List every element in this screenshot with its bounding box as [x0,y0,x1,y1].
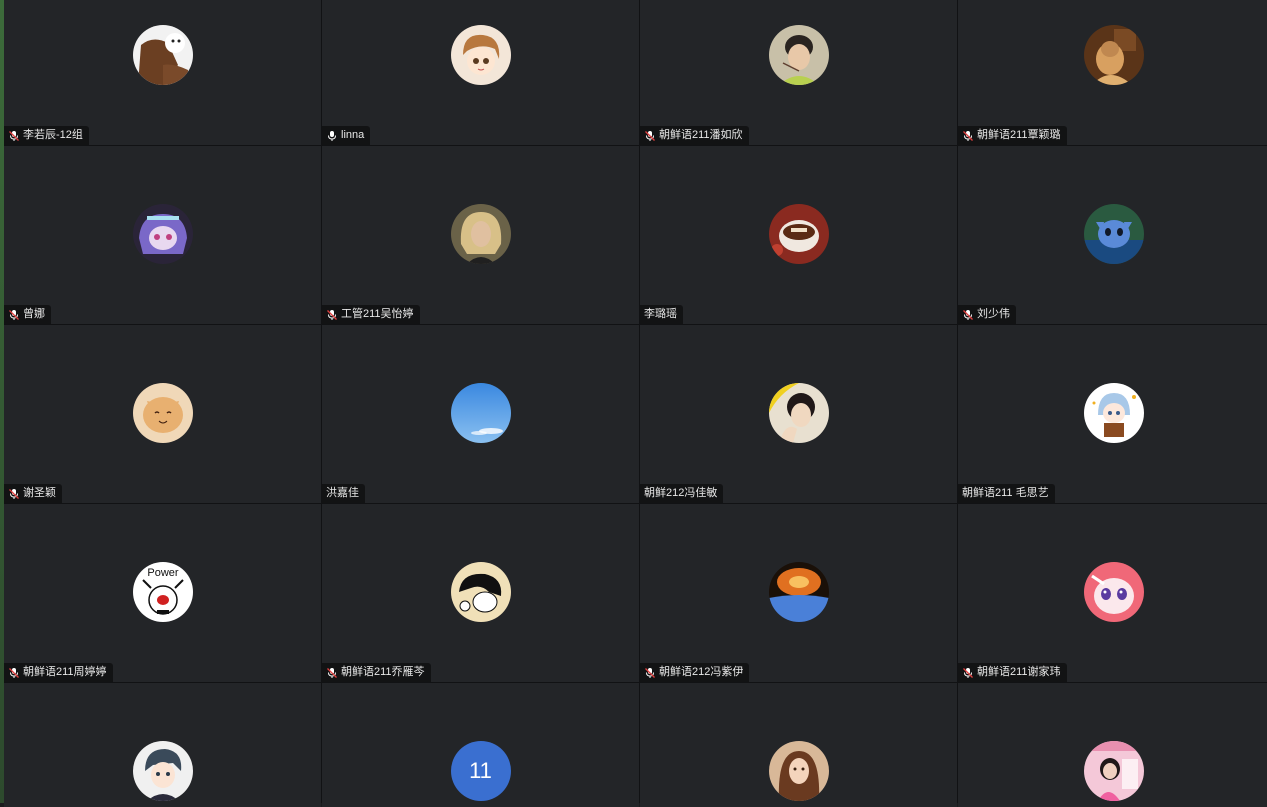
cartoon-dog-avatar [132,25,193,85]
participant-tile[interactable]: 朝鲜语211覃颖璐 [958,0,1267,145]
anime-girl-avatar [450,25,511,85]
participant-nameplate: 工管211吴怡婷 [322,305,420,324]
pink-photo-avatar [1084,741,1144,801]
participant-tile[interactable] [958,683,1267,807]
participant-nameplate: 朝鲜语211覃颖璐 [958,126,1067,145]
participant-nameplate: 朝鲜语211潘如欣 [640,126,749,145]
coffee-cup-avatar [768,204,829,264]
muted-microphone-icon [962,130,974,142]
chibi-avatar [1084,383,1144,443]
participant-name: 朝鲜语211潘如欣 [659,129,743,141]
participant-name: 朝鲜语212冯紫伊 [659,666,744,678]
participant-tile[interactable]: 洪嘉佳 [322,325,639,503]
participant-tile[interactable]: 工管211吴怡婷 [322,146,639,324]
anime-boy-avatar [132,741,193,801]
participant-nameplate: 刘少伟 [958,305,1016,324]
participant-tile[interactable]: Power 朝鲜语211周婷婷 [4,504,321,682]
anime-eyes-avatar [1084,562,1144,622]
participant-name: 朝鲜语211覃颖璐 [977,129,1061,141]
participant-nameplate: 朝鲜语211乔雁芩 [322,663,431,682]
participant-name: 朝鲜语211 毛思艺 [962,487,1049,499]
portrait-avatar [450,204,511,264]
participant-nameplate: 李璐瑶 [640,305,683,324]
participant-tile[interactable]: 朝鲜语212冯紫伊 [640,504,957,682]
selfie-avatar [768,383,829,443]
girl-photo-avatar [768,741,829,801]
stitch-avatar [1084,204,1144,264]
participant-name: 李若辰-12组 [23,129,83,141]
muted-microphone-icon [8,309,20,321]
participant-name: 洪嘉佳 [326,487,359,499]
participant-tile[interactable]: 李璐瑶 [640,146,957,324]
muted-microphone-icon [962,309,974,321]
participant-name: linna [341,129,365,141]
muted-microphone-icon [326,667,338,679]
svg-text:Power: Power [147,567,179,579]
photo-avatar [1084,25,1144,85]
participant-tile[interactable]: 朝鲜语211乔雁芩 [322,504,639,682]
participant-tile[interactable] [640,683,957,807]
microphone-icon [326,130,338,142]
participant-name: 朝鲜212冯佳敏 [644,487,718,499]
participant-tile[interactable]: 朝鲜语211潘如欣 [640,0,957,145]
muted-microphone-icon [326,309,338,321]
muted-microphone-icon [962,667,974,679]
participant-tile[interactable]: 曾娜 [4,146,321,324]
participant-nameplate: 曾娜 [4,305,51,324]
cat-avatar [132,383,193,443]
participant-tile[interactable]: 朝鲜语211 毛思艺 [958,325,1267,503]
participant-nameplate: 朝鲜语211 毛思艺 [958,484,1055,503]
participant-nameplate: 朝鲜语211周婷婷 [4,663,113,682]
muted-microphone-icon [8,130,20,142]
participant-tile[interactable]: 11 [322,683,639,807]
participant-tile[interactable]: 朝鲜212冯佳敏 [640,325,957,503]
avatar-number: 11 [469,758,492,783]
muted-microphone-icon [644,130,656,142]
anime-character-avatar [132,204,193,264]
muted-microphone-icon [8,667,20,679]
participant-tile[interactable]: 朝鲜语211谢家玮 [958,504,1267,682]
sketch-avatar [450,562,511,622]
participant-name: 工管211吴怡婷 [341,308,414,320]
participant-name: 朝鲜语211谢家玮 [977,666,1061,678]
participant-name: 谢圣颖 [23,487,56,499]
participant-nameplate: 洪嘉佳 [322,484,365,503]
participant-name: 曾娜 [23,308,45,320]
participant-tile[interactable]: 李若辰-12组 [4,0,321,145]
participant-nameplate: linna [322,126,371,145]
participant-tile[interactable] [4,683,321,807]
participant-tile[interactable]: 刘少伟 [958,146,1267,324]
video-gallery-grid: 李若辰-12组 linna 朝鲜语211潘如欣 朝鲜语211覃颖璐 曾娜 工管2… [4,0,1267,807]
muted-microphone-icon [644,667,656,679]
participant-tile[interactable]: linna [322,0,639,145]
power-sticker-avatar: Power [132,562,193,622]
sunset-avatar [768,562,829,622]
initials-avatar: 11 [450,741,511,801]
participant-nameplate: 朝鲜语211谢家玮 [958,663,1067,682]
participant-name: 朝鲜语211周婷婷 [23,666,107,678]
participant-nameplate: 谢圣颖 [4,484,62,503]
muted-microphone-icon [8,488,20,500]
participant-nameplate: 朝鲜212冯佳敏 [640,484,724,503]
photo-avatar [768,25,829,85]
participant-name: 朝鲜语211乔雁芩 [341,666,425,678]
participant-name: 李璐瑶 [644,308,677,320]
participant-nameplate: 李若辰-12组 [4,126,89,145]
participant-tile[interactable]: 谢圣颖 [4,325,321,503]
participant-nameplate: 朝鲜语212冯紫伊 [640,663,750,682]
participant-name: 刘少伟 [977,308,1010,320]
sky-avatar [450,383,511,443]
